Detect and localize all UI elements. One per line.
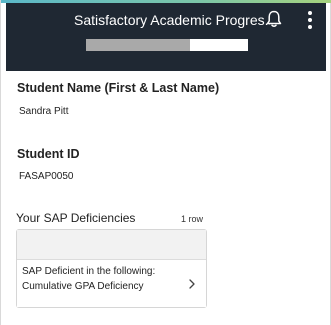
sap-deficiencies-title: Your SAP Deficiencies xyxy=(16,211,136,225)
row-heading: SAP Deficient in the following: xyxy=(22,266,156,277)
progress-bar-fill xyxy=(86,39,190,51)
sap-deficiencies-grid: SAP Deficient in the following: Cumulati… xyxy=(16,229,207,308)
row-deficiency: Cumulative GPA Deficiency xyxy=(22,281,144,292)
chevron-right-icon[interactable] xyxy=(188,277,196,289)
progress-bar xyxy=(86,39,248,51)
main-content: Student Name (First & Last Name) Sandra … xyxy=(6,71,326,325)
row-count: 1 row xyxy=(181,214,204,224)
bell-icon[interactable] xyxy=(264,9,284,29)
student-name-value: Sandra Pitt xyxy=(19,106,69,117)
app-frame: Satisfactory Academic Progres... Student… xyxy=(0,0,331,325)
page-title: Satisfactory Academic Progres... xyxy=(74,12,270,28)
student-name-label: Student Name (First & Last Name) xyxy=(17,81,220,95)
student-id-value: FASAP0050 xyxy=(19,171,74,182)
more-vertical-icon[interactable] xyxy=(304,9,316,31)
table-row[interactable]: SAP Deficient in the following: Cumulati… xyxy=(17,261,206,307)
student-id-label: Student ID xyxy=(17,147,80,161)
app-header: Satisfactory Academic Progres... xyxy=(6,3,326,71)
grid-header xyxy=(17,230,206,260)
